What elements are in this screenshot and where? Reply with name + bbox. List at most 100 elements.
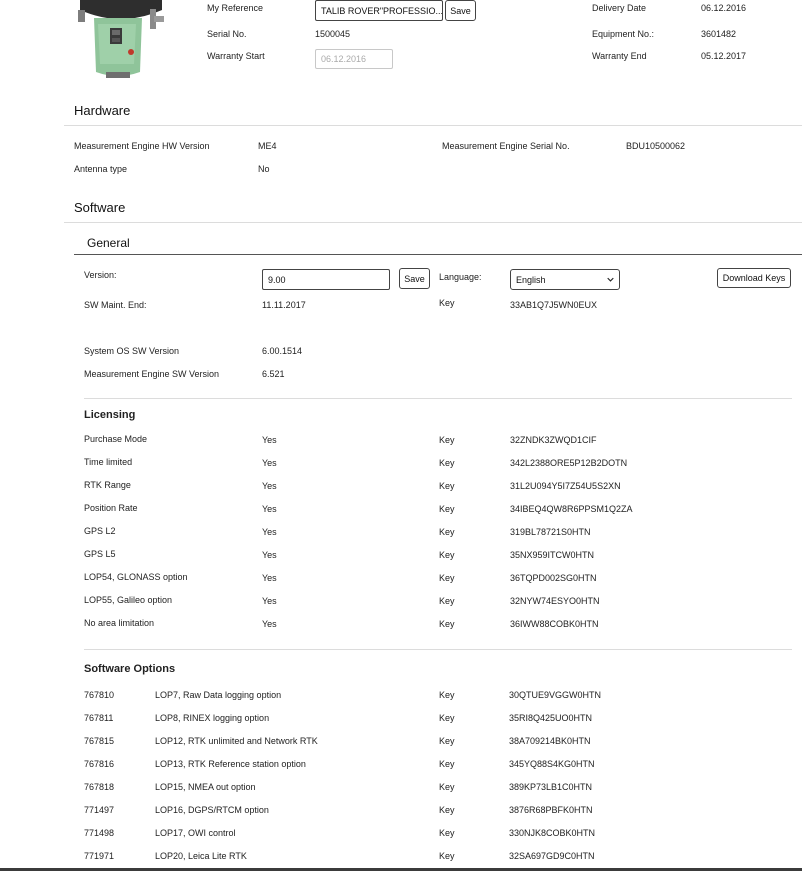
option-row-id: 767815: [84, 736, 115, 746]
sw-maint-key-value: 33AB1Q7J5WN0EUX: [510, 300, 598, 310]
licensing-row-key: 319BL78721S0HTN: [510, 527, 591, 537]
option-row-key-label: Key: [439, 759, 455, 769]
licensing-row-key: 34IBEQ4QW8R6PPSM1Q2ZA: [510, 504, 633, 514]
my-reference-label: My Reference: [207, 3, 264, 13]
option-row-key: 35RI8Q425UO0HTN: [509, 713, 593, 723]
me-sw-version-label: Measurement Engine SW Version: [84, 369, 220, 379]
licensing-row-key: 36TQPD002SG0HTN: [510, 573, 597, 583]
licensing-row-key-label: Key: [439, 573, 455, 583]
licensing-row-value: Yes: [262, 619, 277, 629]
licensing-row-key-label: Key: [439, 481, 455, 491]
language-select-value: English: [516, 274, 546, 285]
equipment-no-label: Equipment No.:: [592, 29, 655, 39]
version-save-button[interactable]: Save: [399, 268, 430, 289]
licensing-row-key-label: Key: [439, 596, 455, 606]
option-row-id: 767811: [84, 713, 114, 723]
licensing-row-name: GPS L2: [84, 526, 116, 536]
licensing-row-value: Yes: [262, 504, 277, 514]
hw-version-value: ME4: [258, 141, 277, 151]
software-heading: Software: [74, 200, 126, 215]
warranty-start-field: 06.12.2016: [315, 49, 393, 69]
licensing-row-key-label: Key: [439, 619, 455, 629]
options-top-divider: [84, 649, 792, 650]
antenna-type-label: Antenna type: [74, 164, 128, 174]
option-row-key: 345YQ88S4KG0HTN: [509, 759, 595, 769]
option-row-name: LOP15, NMEA out option: [155, 782, 256, 792]
sw-maint-value: 11.11.2017: [262, 300, 306, 310]
licensing-row-key: 36IWW88COBK0HTN: [510, 619, 599, 629]
licensing-row-name: LOP54, GLONASS option: [84, 572, 188, 582]
option-row-key: 32SA697GD9C0HTN: [509, 851, 595, 861]
option-row-key-label: Key: [439, 782, 455, 792]
warranty-start-label: Warranty Start: [207, 51, 265, 61]
option-row-id: 767818: [84, 782, 115, 792]
language-select[interactable]: English: [510, 269, 620, 290]
warranty-end-label: Warranty End: [592, 51, 647, 61]
licensing-row-value: Yes: [262, 596, 277, 606]
option-row-key: 30QTUE9VGGW0HTN: [509, 690, 602, 700]
equipment-no-value: 3601482: [701, 29, 737, 39]
licensing-row-name: RTK Range: [84, 480, 131, 490]
option-row-key-label: Key: [439, 713, 455, 723]
option-row-name: LOP20, Leica Lite RTK: [155, 851, 247, 861]
sw-maint-label: SW Maint. End:: [84, 300, 147, 310]
option-row-key-label: Key: [439, 805, 455, 815]
licensing-row-key-label: Key: [439, 504, 455, 514]
licensing-row-value: Yes: [262, 435, 277, 445]
serial-value: 1500045: [315, 29, 351, 39]
my-reference-save-button[interactable]: Save: [445, 0, 476, 21]
licensing-row-name: LOP55, Galileo option: [84, 595, 173, 605]
licensing-row-key: 342L2388ORE5P12B2DOTN: [510, 458, 628, 468]
serial-label: Serial No.: [207, 29, 247, 39]
option-row-key: 330NJK8COBK0HTN: [509, 828, 596, 838]
warranty-end-value: 05.12.2017: [701, 51, 747, 61]
gnss-receiver-image: [78, 0, 164, 78]
os-version-label: System OS SW Version: [84, 346, 180, 356]
language-label: Language:: [439, 272, 482, 282]
licensing-row-key-label: Key: [439, 527, 455, 537]
version-input[interactable]: 9.00: [262, 269, 390, 290]
download-keys-button[interactable]: Download Keys: [717, 268, 791, 288]
licensing-row-key-label: Key: [439, 550, 455, 560]
licensing-row-name: No area limitation: [84, 618, 155, 628]
licensing-row-name: Time limited: [84, 457, 133, 467]
licensing-row-value: Yes: [262, 481, 277, 491]
my-reference-input[interactable]: TALIB ROVER"PROFESSIO...: [315, 0, 443, 21]
general-heading: General: [87, 236, 130, 250]
delivery-date-value: 06.12.2016: [701, 3, 747, 13]
software-divider: [64, 222, 802, 223]
option-row-id: 767816: [84, 759, 115, 769]
antenna-type-value: No: [258, 164, 270, 174]
licensing-row-value: Yes: [262, 573, 277, 583]
licensing-top-divider: [84, 398, 792, 399]
option-row-name: LOP7, Raw Data logging option: [155, 690, 282, 700]
me-sw-version-value: 6.521: [262, 369, 285, 379]
licensing-row-name: Purchase Mode: [84, 434, 148, 444]
option-row-key-label: Key: [439, 690, 455, 700]
licensing-row-name: GPS L5: [84, 549, 116, 559]
delivery-date-label: Delivery Date: [592, 3, 647, 13]
licensing-row-key-label: Key: [439, 458, 455, 468]
option-row-name: LOP13, RTK Reference station option: [155, 759, 306, 769]
option-row-id: 771497: [84, 805, 115, 815]
option-row-key-label: Key: [439, 736, 455, 746]
option-row-key-label: Key: [439, 851, 455, 861]
licensing-row-key: 32NYW74ESYO0HTN: [510, 596, 600, 606]
option-row-name: LOP12, RTK unlimited and Network RTK: [155, 736, 318, 746]
os-version-value: 6.00.1514: [262, 346, 303, 356]
option-row-id: 771971: [84, 851, 115, 861]
option-row-name: LOP8, RINEX logging option: [155, 713, 270, 723]
option-row-name: LOP17, OWI control: [155, 828, 236, 838]
licensing-row-key: 32ZNDK3ZWQD1CIF: [510, 435, 597, 445]
hardware-divider: [64, 125, 802, 126]
chevron-down-icon: [607, 277, 614, 282]
version-label: Version:: [84, 270, 117, 280]
licensing-heading: Licensing: [84, 409, 136, 421]
option-row-key-label: Key: [439, 828, 455, 838]
licensing-row-key-label: Key: [439, 435, 455, 445]
option-row-key: 38A709214BK0HTN: [509, 736, 591, 746]
general-divider: [74, 254, 802, 255]
option-row-id: 767810: [84, 690, 115, 700]
me-serial-label: Measurement Engine Serial No.: [442, 141, 570, 151]
licensing-row-key: 35NX959ITCW0HTN: [510, 550, 595, 560]
